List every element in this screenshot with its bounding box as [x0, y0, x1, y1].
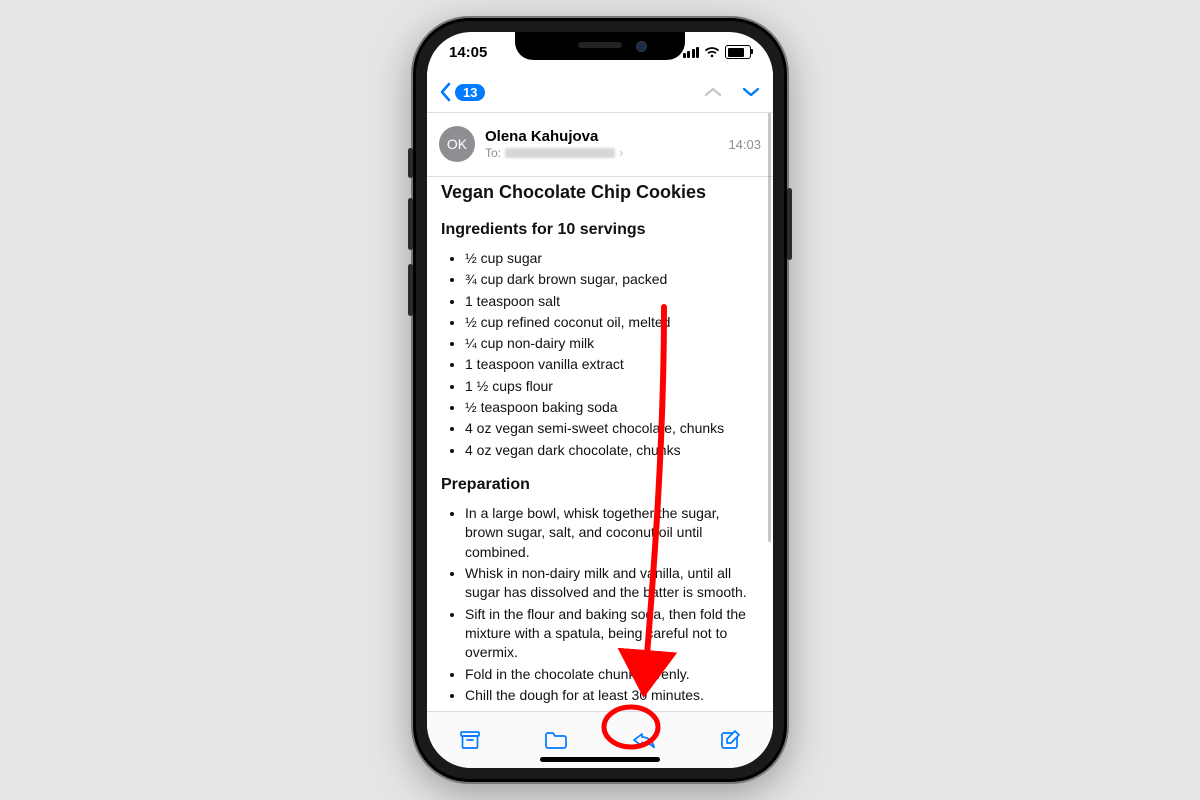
preparation-list: In a large bowl, whisk together the suga… — [441, 504, 759, 705]
email-title: Vegan Chocolate Chip Cookies — [441, 180, 759, 205]
back-button[interactable]: 13 — [439, 82, 485, 102]
next-message-button[interactable] — [741, 85, 761, 99]
recipient-redacted — [505, 148, 615, 158]
list-item: 4 oz vegan dark chocolate, chunks — [465, 441, 759, 460]
side-button-vol-up — [408, 198, 413, 250]
reply-button[interactable] — [630, 729, 658, 751]
list-item: 1 teaspoon salt — [465, 292, 759, 311]
notch — [515, 32, 685, 60]
compose-button[interactable] — [719, 728, 743, 752]
list-item: 4 oz vegan semi-sweet chocolate, chunks — [465, 419, 759, 438]
side-button-mute — [408, 148, 413, 178]
side-button-right — [787, 188, 792, 260]
scroll-indicator — [768, 112, 771, 542]
list-item: Sift in the flour and baking soda, then … — [465, 605, 759, 663]
list-item: ½ cup refined coconut oil, melted — [465, 313, 759, 332]
list-item: Whisk in non-dairy milk and vanilla, unt… — [465, 564, 759, 603]
list-item: Chill the dough for at least 30 minutes. — [465, 686, 759, 705]
list-item: ¾ cup dark brown sugar, packed — [465, 270, 759, 289]
ingredients-heading: Ingredients for 10 servings — [441, 219, 759, 241]
list-item: 1 teaspoon vanilla extract — [465, 355, 759, 374]
email-body[interactable]: Vegan Chocolate Chip Cookies Ingredients… — [427, 164, 773, 712]
list-item: ½ cup sugar — [465, 249, 759, 268]
side-button-vol-down — [408, 264, 413, 316]
sender-name: Olena Kahujova — [485, 128, 718, 145]
prev-message-button[interactable] — [703, 85, 723, 99]
wifi-icon — [704, 46, 720, 58]
recipient-line[interactable]: To: › — [485, 145, 718, 160]
home-indicator[interactable] — [540, 757, 660, 762]
to-label: To: — [485, 146, 501, 160]
cellular-icon — [683, 47, 700, 58]
list-item: ½ teaspoon baking soda — [465, 398, 759, 417]
iphone-frame: 14:05 13 — [413, 18, 787, 782]
list-item: 1 ½ cups flour — [465, 377, 759, 396]
email-header[interactable]: OK Olena Kahujova To: › 14:03 — [427, 112, 773, 177]
chevron-right-icon: › — [619, 145, 623, 160]
folder-button[interactable] — [543, 729, 569, 751]
battery-icon — [725, 45, 751, 59]
email-time: 14:03 — [728, 137, 761, 152]
nav-bar: 13 — [427, 72, 773, 113]
archive-button[interactable] — [458, 729, 482, 751]
list-item: ¼ cup non-dairy milk — [465, 334, 759, 353]
list-item: Fold in the chocolate chunks evenly. — [465, 665, 759, 684]
list-item: In a large bowl, whisk together the suga… — [465, 504, 759, 562]
ingredients-list: ½ cup sugar ¾ cup dark brown sugar, packe… — [441, 249, 759, 460]
preparation-heading: Preparation — [441, 474, 759, 496]
screen: 14:05 13 — [427, 32, 773, 768]
status-time: 14:05 — [449, 44, 487, 61]
avatar: OK — [439, 126, 475, 162]
inbox-count-badge: 13 — [455, 84, 485, 101]
